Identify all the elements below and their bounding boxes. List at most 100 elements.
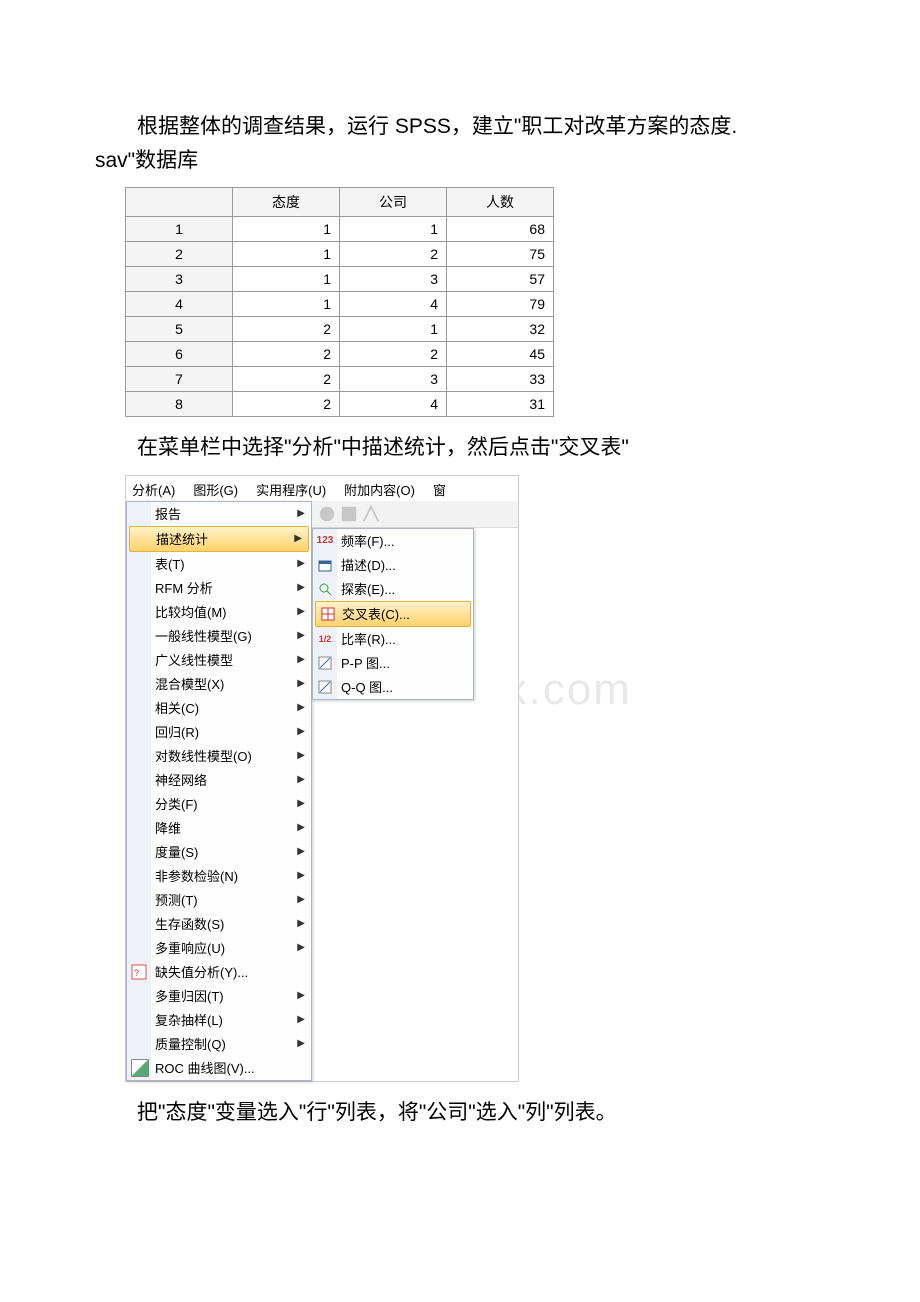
menu-item-label: 非参数检验(N) xyxy=(155,866,238,885)
submenu-arrow-icon: ▶ xyxy=(297,702,305,713)
table-cell: 5 xyxy=(126,317,233,342)
svg-text:?: ? xyxy=(134,968,139,978)
menu-item[interactable]: 多重响应(U) ▶ xyxy=(127,936,311,960)
menu-item[interactable]: 分类(F)▶ xyxy=(127,792,311,816)
crosstab-icon xyxy=(320,606,336,622)
menu-item[interactable]: 预测(T) ▶ xyxy=(127,888,311,912)
table-cell: 57 xyxy=(447,267,554,292)
menu-item[interactable]: 多重归因(T)▶ xyxy=(127,984,311,1008)
menu-item-label: 复杂抽样(L) xyxy=(155,1010,223,1029)
menu-item[interactable]: 表(T)▶ xyxy=(127,552,311,576)
menu-item-label: 表(T) xyxy=(155,554,185,573)
submenu-arrow-icon: ▶ xyxy=(297,726,305,737)
spss-data-table: 态度公司人数 111682127531357414795213262245723… xyxy=(125,187,554,417)
menu-item[interactable]: 相关(C)▶ xyxy=(127,696,311,720)
submenu-item[interactable]: P-P 图... xyxy=(313,651,473,675)
submenu-arrow-icon: ▶ xyxy=(297,1038,305,1049)
submenu-arrow-icon: ▶ xyxy=(297,750,305,761)
table-cell: 2 xyxy=(126,242,233,267)
table-cell: 75 xyxy=(447,242,554,267)
submenu-item[interactable]: 探索(E)... xyxy=(313,577,473,601)
menu-item[interactable]: 复杂抽样(L)▶ xyxy=(127,1008,311,1032)
menubar-analyze[interactable]: 分析(A) xyxy=(132,480,175,499)
table-cell: 45 xyxy=(447,342,554,367)
menu-item[interactable]: 度量(S) ▶ xyxy=(127,840,311,864)
menu-item[interactable]: ROC 曲线图(V)... xyxy=(127,1056,311,1080)
describe-icon xyxy=(317,557,333,573)
menu-item[interactable]: 非参数检验(N)▶ xyxy=(127,864,311,888)
toolbar-icon xyxy=(318,505,336,523)
table-cell: 33 xyxy=(447,367,554,392)
submenu-item[interactable]: Q-Q 图... xyxy=(313,675,473,699)
submenu-arrow-icon: ▶ xyxy=(297,774,305,785)
menu-item[interactable]: 对数线性模型(O) ▶ xyxy=(127,744,311,768)
menu-item[interactable]: 比较均值(M)▶ xyxy=(127,600,311,624)
submenu-item[interactable]: 123 频率(F)... xyxy=(313,529,473,553)
table-row: 62245 xyxy=(126,342,554,367)
table-cell: 3 xyxy=(126,267,233,292)
menu-item-label: 报告 xyxy=(155,504,181,523)
menu-item[interactable]: 回归(R)▶ xyxy=(127,720,311,744)
menu-item[interactable]: ? 缺失值分析(Y)... xyxy=(127,960,311,984)
menu-item[interactable]: 报告 ▶ xyxy=(127,502,311,526)
menu-item-label: 多重响应(U) xyxy=(155,938,225,957)
table-header: 人数 xyxy=(447,188,554,217)
analyze-menu: 报告▶描述统计▶表(T)▶RFM 分析▶比较均值(M)▶一般线性模型(G)▶广义… xyxy=(126,501,312,1081)
submenu-arrow-icon: ▶ xyxy=(297,942,305,953)
menu-item-label: 对数线性模型(O) xyxy=(155,746,252,765)
menu-item-label: 缺失值分析(Y)... xyxy=(155,962,248,981)
toolbar-icon xyxy=(362,505,380,523)
submenu-arrow-icon: ▶ xyxy=(297,894,305,905)
submenu-item-label: 描述(D)... xyxy=(341,555,396,574)
table-row: 31357 xyxy=(126,267,554,292)
submenu-item[interactable]: 交叉表(C)... xyxy=(315,601,471,627)
table-cell: 3 xyxy=(340,367,447,392)
submenu-item[interactable]: 描述(D)... xyxy=(313,553,473,577)
menubar: 分析(A) 图形(G) 实用程序(U) 附加内容(O) 窗 xyxy=(126,476,518,501)
menu-item-label: 预测(T) xyxy=(155,890,198,909)
table-cell: 1 xyxy=(233,267,340,292)
menu-item[interactable]: 描述统计▶ xyxy=(129,526,309,552)
table-row: 11168 xyxy=(126,217,554,242)
submenu-arrow-icon: ▶ xyxy=(294,533,302,544)
toolbar-icon xyxy=(340,505,358,523)
freq-icon: 123 xyxy=(317,533,333,549)
table-cell: 6 xyxy=(126,342,233,367)
table-header: 公司 xyxy=(340,188,447,217)
menu-item[interactable]: 生存函数(S)▶ xyxy=(127,912,311,936)
table-cell: 2 xyxy=(340,242,447,267)
submenu-item-label: 频率(F)... xyxy=(341,531,394,550)
menubar-graphs[interactable]: 图形(G) xyxy=(193,480,238,499)
menu-item-label: 多重归因(T) xyxy=(155,986,224,1005)
submenu-item[interactable]: 1/2比率(R)... xyxy=(313,627,473,651)
table-cell: 2 xyxy=(233,317,340,342)
submenu-arrow-icon: ▶ xyxy=(297,606,305,617)
menu-item[interactable]: 一般线性模型(G)▶ xyxy=(127,624,311,648)
table-row: 82431 xyxy=(126,392,554,417)
table-cell: 79 xyxy=(447,292,554,317)
table-cell: 1 xyxy=(233,292,340,317)
table-cell: 68 xyxy=(447,217,554,242)
paragraph-3: 把"态度"变量选入"行"列表，将"公司"选入"列"列表。 xyxy=(95,1096,825,1130)
submenu-arrow-icon: ▶ xyxy=(297,678,305,689)
menu-item[interactable]: 广义线性模型▶ xyxy=(127,648,311,672)
menu-item[interactable]: 降维▶ xyxy=(127,816,311,840)
menu-item[interactable]: RFM 分析▶ xyxy=(127,576,311,600)
table-header xyxy=(126,188,233,217)
submenu-arrow-icon: ▶ xyxy=(297,846,305,857)
submenu-arrow-icon: ▶ xyxy=(297,508,305,519)
paragraph-2: 在菜单栏中选择"分析"中描述统计，然后点击"交叉表" xyxy=(95,431,825,465)
menu-item[interactable]: 神经网络▶ xyxy=(127,768,311,792)
table-cell: 8 xyxy=(126,392,233,417)
describe-submenu: 123 频率(F)... 描述(D)... 探索(E)...交叉表(C)...1/2比… xyxy=(312,528,474,700)
paragraph-1-line2: sav"数据库 xyxy=(95,144,825,178)
submenu-arrow-icon: ▶ xyxy=(297,918,305,929)
menu-item-label: 度量(S) xyxy=(155,842,198,861)
menubar-addons[interactable]: 附加内容(O) xyxy=(344,480,415,499)
menubar-util[interactable]: 实用程序(U) xyxy=(256,480,326,499)
menu-item[interactable]: 质量控制(Q)▶ xyxy=(127,1032,311,1056)
ratio-icon: 1/2 xyxy=(317,631,333,647)
menu-item[interactable]: 混合模型(X)▶ xyxy=(127,672,311,696)
paragraph-1-line1: 根据整体的调查结果，运行 SPSS，建立"职工对改革方案的态度. xyxy=(95,110,825,144)
menubar-window[interactable]: 窗 xyxy=(433,480,446,499)
